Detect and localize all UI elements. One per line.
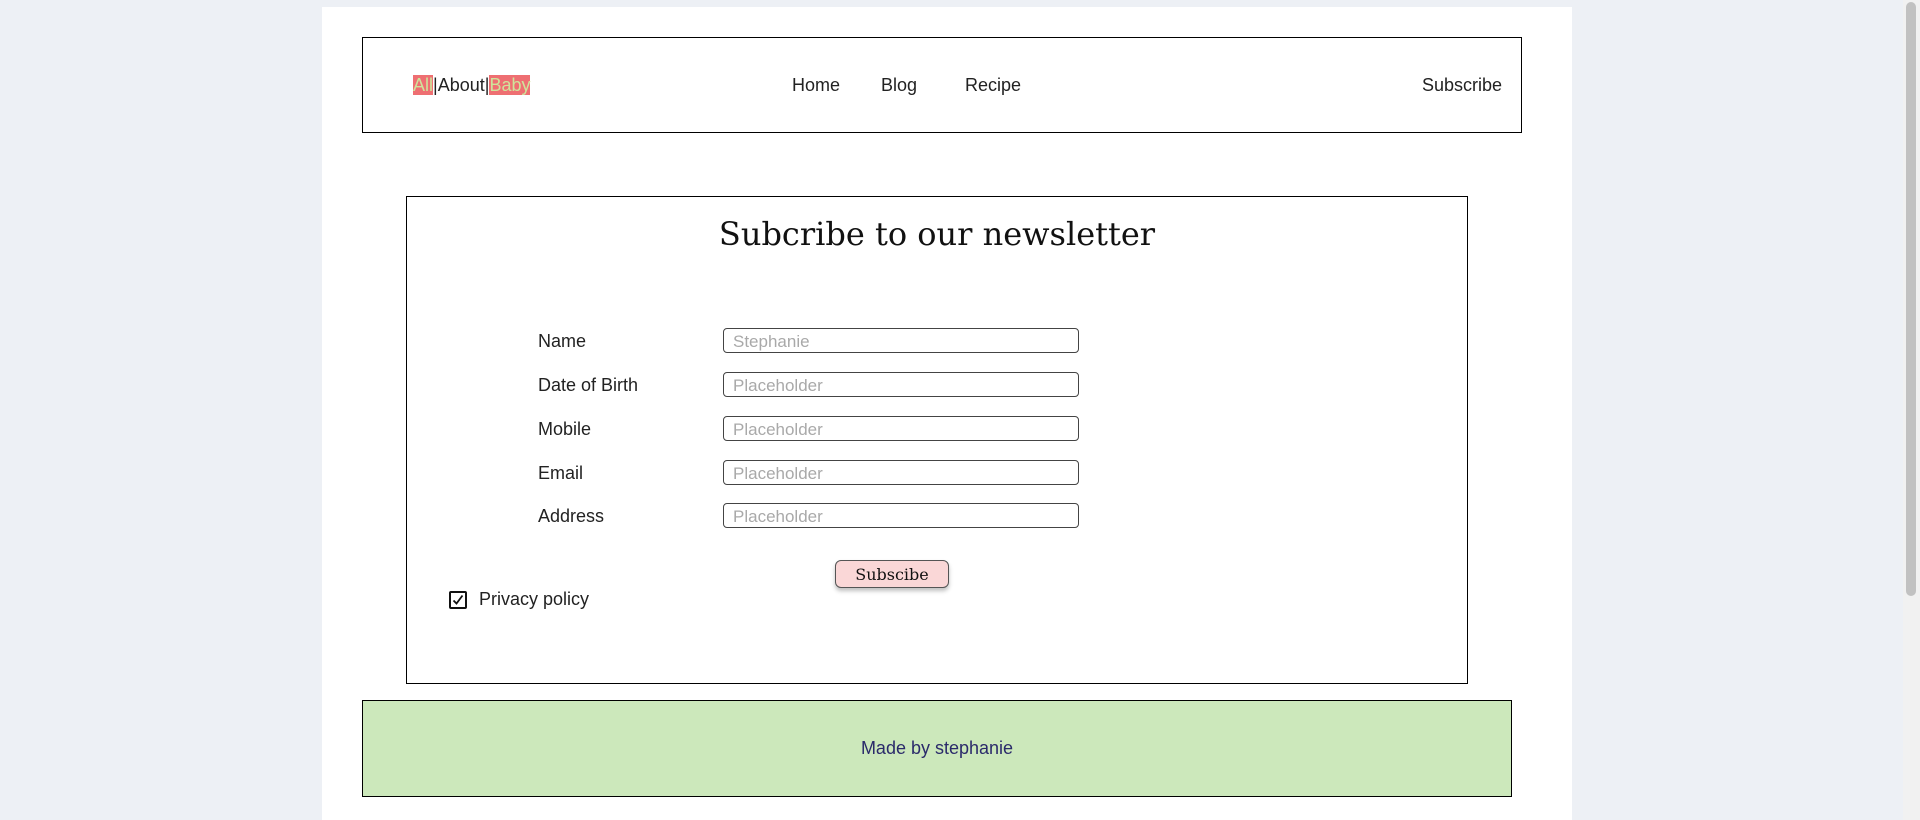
nav-blog-link[interactable]: Blog — [881, 75, 917, 96]
dob-label: Date of Birth — [538, 375, 639, 395]
footer-credit: Made by stephanie — [860, 738, 1014, 758]
address-input[interactable] — [723, 503, 1079, 528]
checkmark-icon — [452, 594, 464, 605]
dob-input[interactable] — [723, 372, 1079, 397]
logo-about: About — [437, 75, 485, 95]
site-footer: Made by stephanie — [362, 700, 1512, 797]
email-label: Email — [538, 463, 584, 483]
name-input[interactable] — [723, 328, 1079, 353]
mobile-input[interactable] — [723, 416, 1079, 441]
address-label: Address — [538, 506, 605, 526]
vertical-scrollbar[interactable] — [1903, 0, 1920, 820]
nav-subscribe-link[interactable]: Subscribe — [1422, 75, 1502, 96]
scrollbar-thumb[interactable] — [1906, 2, 1916, 596]
logo-baby: Baby — [489, 75, 531, 95]
page-container: All|About|Baby Home Blog Recipe Subscrib… — [322, 7, 1572, 820]
nav-recipe-link[interactable]: Recipe — [965, 75, 1021, 96]
site-logo[interactable]: All|About|Baby — [413, 75, 531, 96]
privacy-policy-option[interactable]: Privacy policy — [449, 589, 589, 610]
privacy-checkbox[interactable] — [449, 590, 467, 609]
name-label: Name — [538, 331, 587, 351]
nav-home-link[interactable]: Home — [792, 75, 840, 96]
newsletter-form: Subcribe to our newsletter Name Date of … — [406, 196, 1468, 684]
privacy-policy-label: Privacy policy — [479, 589, 590, 609]
form-title: Subcribe to our newsletter — [718, 215, 1156, 253]
mobile-label: Mobile — [538, 419, 592, 439]
logo-all: All — [413, 75, 434, 95]
subscribe-button[interactable]: Subscibe — [835, 560, 949, 588]
site-header: All|About|Baby Home Blog Recipe Subscrib… — [362, 37, 1522, 133]
email-input[interactable] — [723, 460, 1079, 485]
